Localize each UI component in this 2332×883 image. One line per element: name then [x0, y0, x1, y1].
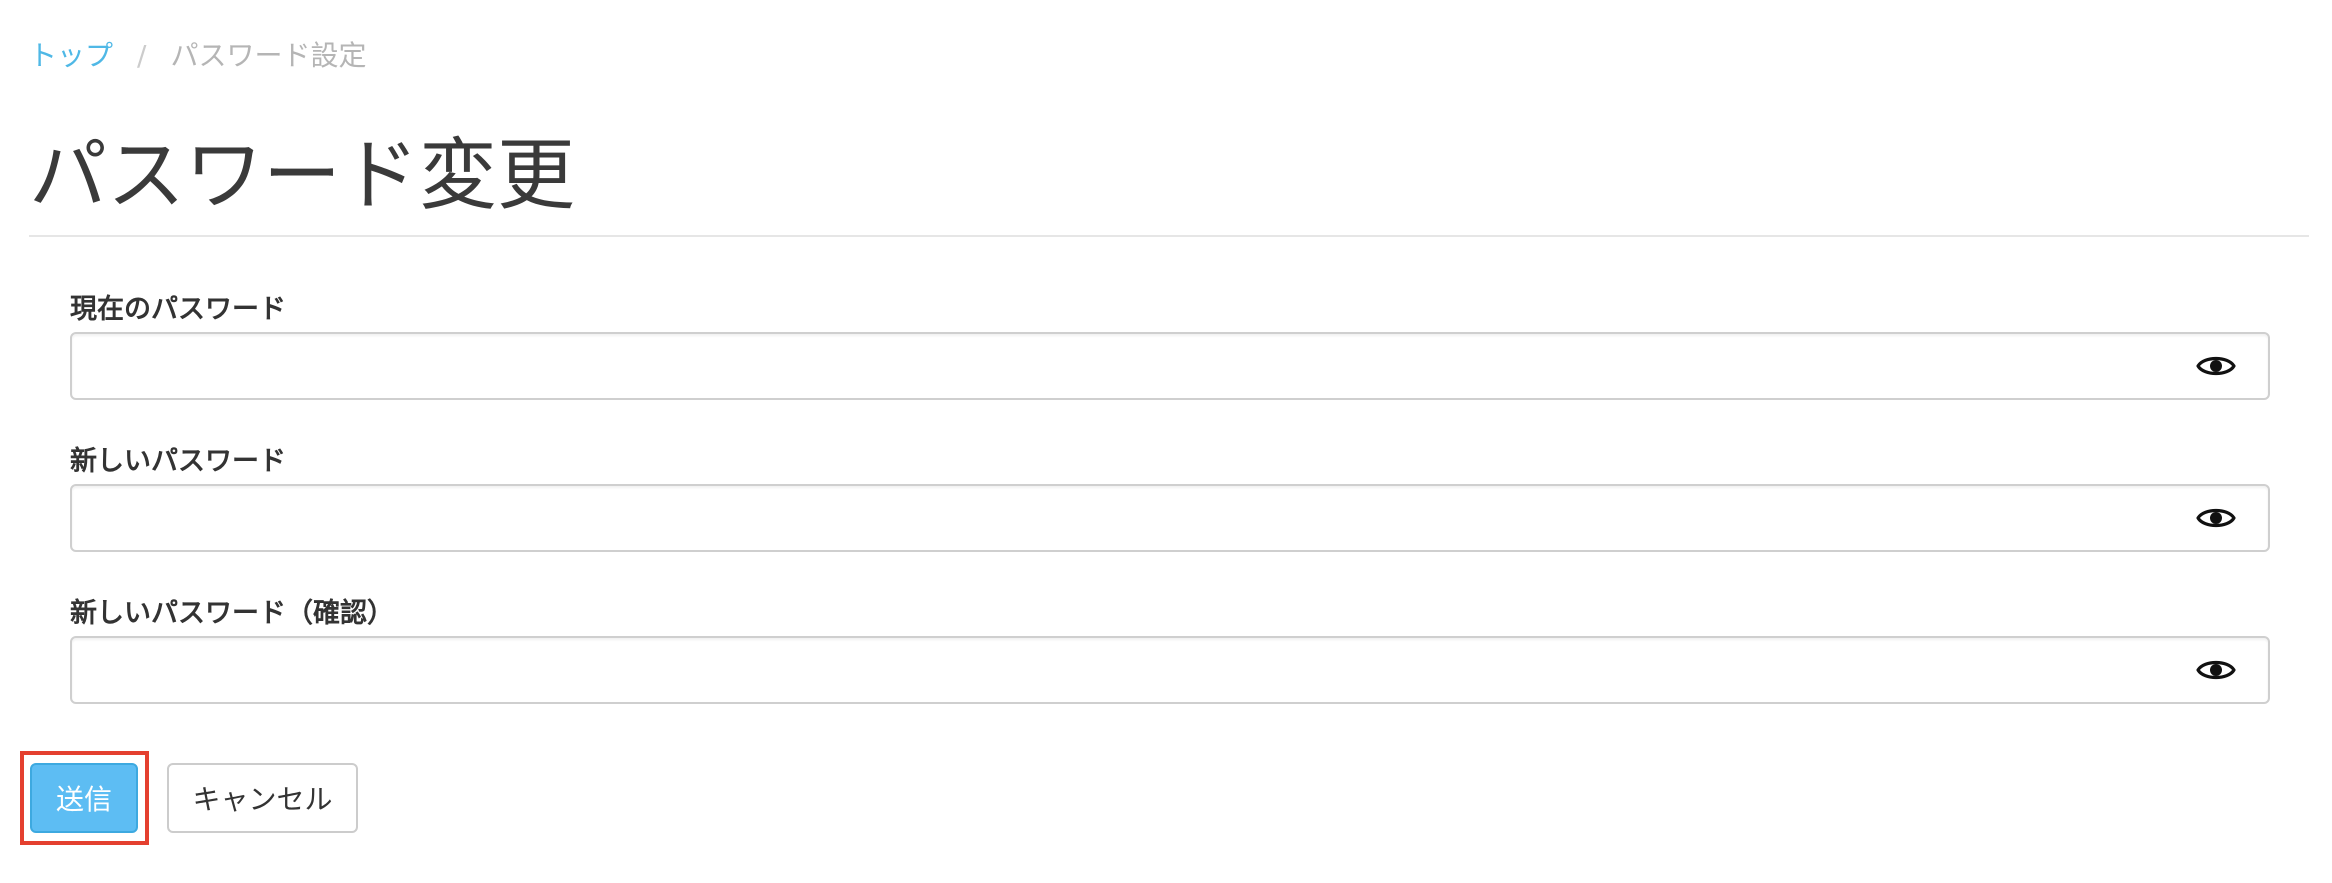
title-divider: [29, 235, 2309, 237]
page-title: パスワード変更: [29, 131, 576, 221]
breadcrumb: トップ / パスワード設定: [29, 36, 366, 76]
new-password-label: 新しいパスワード: [70, 446, 286, 477]
confirm-password-label: 新しいパスワード（確認）: [70, 598, 394, 629]
current-password-field-wrapper: [70, 332, 2270, 400]
eye-icon[interactable]: [2196, 500, 2236, 536]
eye-icon[interactable]: [2196, 348, 2236, 384]
current-password-input[interactable]: [72, 334, 2172, 398]
cancel-button[interactable]: キャンセル: [167, 763, 358, 833]
new-password-field-wrapper: [70, 484, 2270, 552]
breadcrumb-separator: /: [137, 39, 147, 72]
confirm-password-field-wrapper: [70, 636, 2270, 704]
breadcrumb-current: パスワード設定: [170, 39, 367, 72]
new-password-input[interactable]: [72, 486, 2172, 550]
eye-icon[interactable]: [2196, 652, 2236, 688]
confirm-password-input[interactable]: [72, 638, 2172, 702]
breadcrumb-link-top[interactable]: トップ: [29, 36, 113, 76]
submit-button[interactable]: 送信: [30, 763, 138, 833]
current-password-label: 現在のパスワード: [70, 294, 286, 325]
